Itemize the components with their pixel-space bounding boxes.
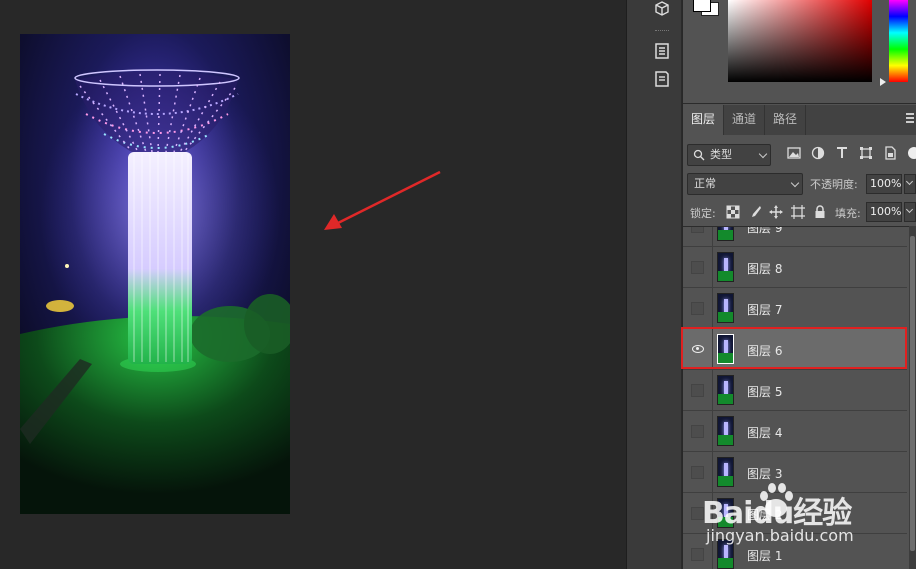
layer-thumbnail [717,457,734,487]
divider [712,493,713,534]
layer-thumbnail [717,252,734,282]
tab-channels[interactable]: 通道 [724,105,766,135]
hue-slider[interactable] [889,0,908,82]
opacity-input[interactable]: 100% [866,174,902,194]
filter-toggle-icon[interactable] [907,146,916,160]
layer-row[interactable]: 图层 7 [683,288,907,329]
visibility-toggle[interactable] [691,466,704,479]
layer-name: 图层 7 [747,303,783,317]
visibility-toggle[interactable] [691,548,704,561]
color-picker-panel [683,0,916,104]
saturation-brightness-field[interactable] [728,0,872,82]
panel-menu-icon[interactable] [906,113,914,123]
layer-thumbnail [717,498,734,528]
chevron-down-icon [790,178,800,188]
foreground-color-swatch[interactable] [693,0,711,12]
blend-mode-dropdown[interactable]: 正常 [687,173,803,195]
fill-label: 填充: [835,207,861,220]
type-layer-filter-icon[interactable] [835,146,849,160]
visibility-toggle[interactable] [691,384,704,397]
pixel-layer-filter-icon[interactable] [787,146,801,160]
layer-row[interactable]: 图层 5 [683,370,907,411]
layer-row[interactable]: 图层 8 [683,247,907,288]
panel-icon-strip [642,0,682,569]
notes-icon[interactable] [653,70,671,88]
layer-thumbnail [717,334,734,364]
layer-thumbnail [717,375,734,405]
lock-transparent-pixels-icon[interactable] [726,205,740,219]
layers-panel: 图层 通道 路径 类型 正常 不透明度: 100% 锁定: 填充: 100% 图… [683,105,916,569]
opacity-label: 不透明度: [810,178,858,191]
layer-name: 图层 9 [747,226,783,235]
visibility-toggle[interactable] [691,425,704,438]
opacity-dropdown-button[interactable] [904,174,916,194]
scrollbar-thumb[interactable] [910,236,915,551]
lock-image-pixels-icon[interactable] [748,205,762,219]
properties-icon[interactable] [653,42,671,60]
layer-row[interactable]: 图层 2 [683,493,907,534]
layer-name: 图层 8 [747,262,783,276]
divider [712,247,713,288]
visibility-toggle[interactable] [691,227,704,233]
divider [712,288,713,329]
tab-layers[interactable]: 图层 [683,105,725,135]
divider [712,370,713,411]
blend-row: 正常 不透明度: 100% [683,172,916,196]
visibility-toggle[interactable] [691,261,704,274]
hue-marker-icon [880,78,886,86]
layer-row[interactable]: 图层 1 [683,534,907,569]
shape-layer-filter-icon[interactable] [859,146,873,160]
right-panel: 图层 通道 路径 类型 正常 不透明度: 100% 锁定: 填充: 100% 图… [683,0,916,569]
visibility-toggle[interactable] [691,507,704,520]
divider [712,452,713,493]
panel-tabs: 图层 通道 路径 [683,105,916,135]
layer-name: 图层 5 [747,385,783,399]
fill-input[interactable]: 100% [866,202,902,222]
layer-thumbnail [717,539,734,569]
layer-thumbnail [717,293,734,323]
red-arrow-annotation [324,170,441,230]
strip-divider [655,30,669,32]
filter-kind-dropdown[interactable]: 类型 [687,144,771,166]
layer-row[interactable]: 图层 3 [683,452,907,493]
divider [712,534,713,569]
layer-name: 图层 6 [747,344,783,358]
document-image[interactable] [20,34,290,514]
layer-list: 图层 9 图层 8 图层 7 图层 6 图层 5 图层 4 图层 3 图层 2 … [683,226,916,569]
layer-name: 图层 3 [747,467,783,481]
layer-thumbnail [717,227,734,241]
layer-list-scrollbar[interactable] [909,226,916,569]
lock-position-icon[interactable] [769,205,783,219]
lock-label: 锁定: [690,207,716,220]
chevron-down-icon [905,205,914,214]
divider [712,227,713,247]
layer-name: 图层 1 [747,549,783,563]
layer-thumbnail [717,416,734,446]
chevron-down-icon [758,149,768,159]
document-canvas-area[interactable] [0,0,626,569]
layer-row-selected[interactable]: 图层 6 [683,329,907,370]
layer-name: 图层 4 [747,426,783,440]
lock-all-icon[interactable] [813,205,827,219]
smart-object-filter-icon[interactable] [883,146,897,160]
filter-kind-label: 类型 [710,148,732,161]
eye-icon[interactable] [692,345,704,353]
layer-name: 图层 2 [747,508,783,522]
panel-collapse-bar[interactable] [626,0,642,569]
layer-row[interactable]: 图层 9 [683,226,907,247]
3d-cube-icon[interactable] [653,0,671,18]
layer-row[interactable]: 图层 4 [683,411,907,452]
chevron-down-icon [905,177,914,186]
divider [712,411,713,452]
visibility-toggle[interactable] [691,302,704,315]
lock-artboard-icon[interactable] [791,205,805,219]
adjustment-layer-filter-icon[interactable] [811,146,825,160]
divider [712,329,713,370]
fill-dropdown-button[interactable] [904,202,916,222]
light-tower-photo [20,34,290,514]
search-icon [693,149,705,161]
blend-mode-value: 正常 [694,177,716,190]
tab-paths[interactable]: 路径 [765,105,807,135]
